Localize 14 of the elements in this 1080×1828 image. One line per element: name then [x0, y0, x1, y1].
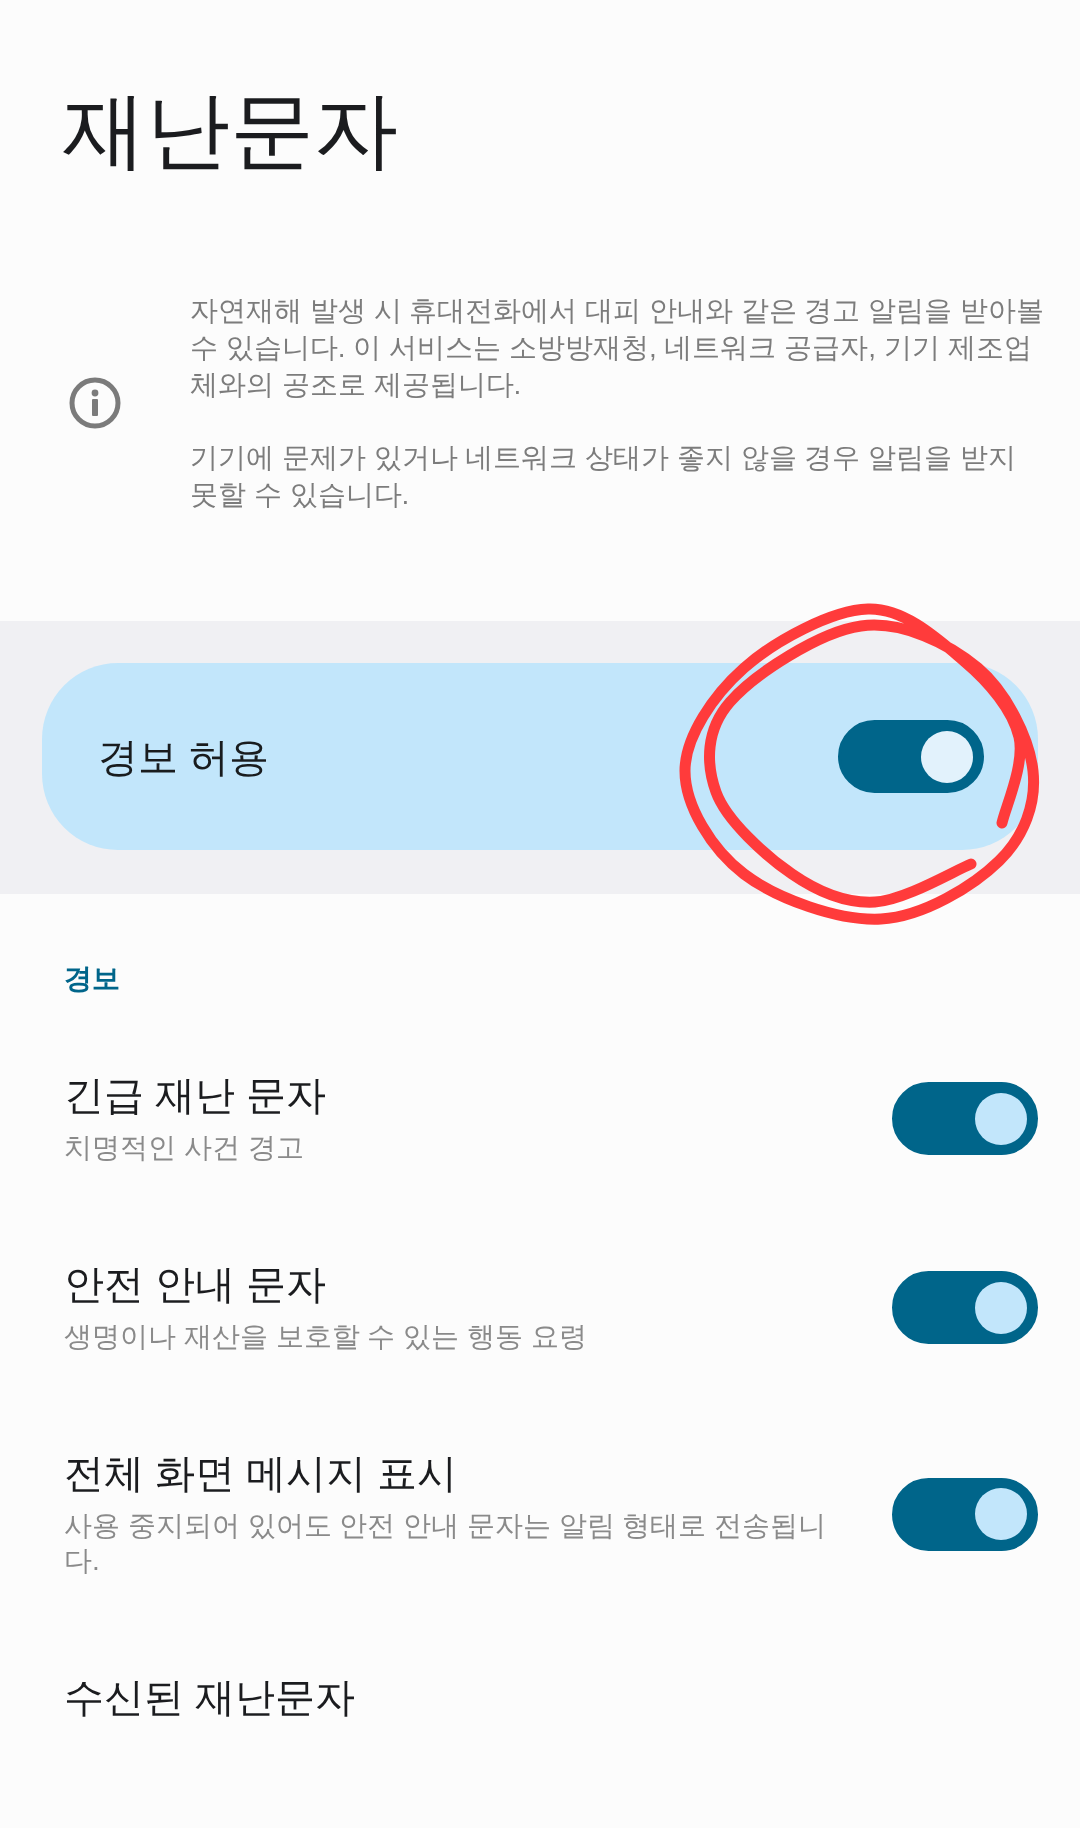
setting-title: 전체 화면 메시지 표시	[64, 1450, 459, 1496]
info-text: 기기에 문제가 있거나 네트워크 상태가 좋지 않을 경우 알림을 받지 못할 수 있습니다.	[190, 441, 1017, 512]
section-header: 경보	[64, 962, 120, 996]
setting-title: 안전 안내 문자	[64, 1261, 328, 1307]
setting-description: 사용 중지되어 있어도 안전 안내 문자는 알림 형태로 전송됩니다.	[64, 1509, 828, 1578]
info-text: 자연재해 발생 시 휴대전화에서 대피 안내와 같은 경고 알림을 받아볼 수 있습니다. 이 서비스는 소방방재청, 네트워크 공급자, 기기 제조업체와의 공조로 제공됩니다.	[190, 294, 1045, 402]
page-title: 재난문자	[62, 82, 398, 179]
setting-title[interactable]: 수신된 재난문자	[64, 1674, 356, 1720]
main-switch-card[interactable]: 경보 허용	[42, 663, 1038, 850]
setting-description: 생명이나 재산을 보호할 수 있는 행동 요령	[64, 1320, 588, 1354]
main-switch-label: 경보 허용	[98, 733, 270, 781]
info-icon	[69, 376, 121, 429]
setting-description: 치명적인 사건 경고	[64, 1131, 305, 1165]
setting-title: 긴급 재난 문자	[64, 1072, 328, 1118]
